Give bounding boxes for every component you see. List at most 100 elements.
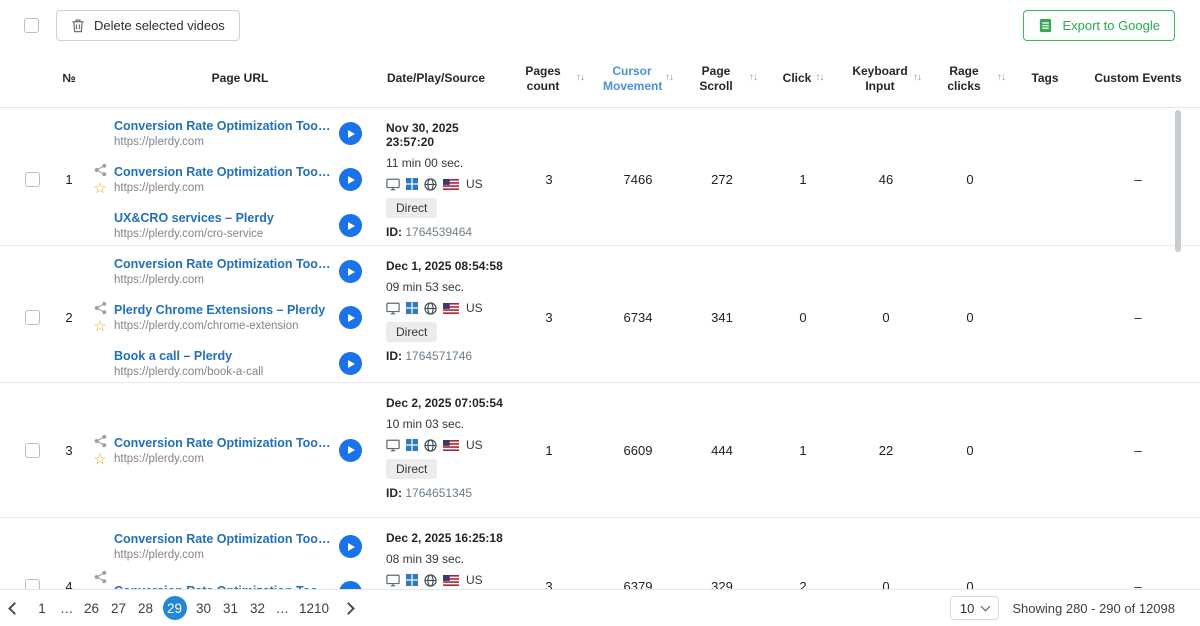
desktop-icon bbox=[386, 439, 400, 452]
page-link[interactable]: UX&CRO services – Plerdy bbox=[114, 211, 331, 225]
desktop-icon bbox=[386, 302, 400, 315]
desktop-icon bbox=[386, 178, 400, 191]
page-scroll-value: 329 bbox=[684, 518, 760, 589]
play-button[interactable] bbox=[339, 535, 362, 558]
pages-count-value: 3 bbox=[506, 246, 592, 389]
cursor-movement-value: 6609 bbox=[592, 383, 684, 517]
play-icon bbox=[348, 222, 355, 230]
sort-icon[interactable]: ↑↓ bbox=[997, 72, 1005, 85]
sort-icon[interactable]: ↑↓ bbox=[665, 72, 673, 85]
page-link[interactable]: Book a call – Plerdy bbox=[114, 349, 331, 363]
select-all-checkbox[interactable] bbox=[24, 18, 39, 33]
play-button[interactable] bbox=[339, 306, 362, 329]
page-url-text: https://plerdy.com/book-a-call bbox=[114, 366, 331, 378]
sort-icon[interactable]: ↑↓ bbox=[913, 72, 921, 85]
play-icon bbox=[348, 314, 355, 322]
play-button[interactable] bbox=[339, 581, 362, 589]
row-number: 3 bbox=[52, 383, 86, 517]
cursor-movement-value: 6734 bbox=[592, 246, 684, 389]
page-entry: Conversion Rate Optimization Tools – Ple… bbox=[114, 111, 364, 156]
page-number[interactable]: 32 bbox=[248, 596, 268, 620]
sort-icon[interactable]: ↑↓ bbox=[749, 72, 757, 85]
click-value: 1 bbox=[760, 108, 846, 251]
play-button[interactable] bbox=[339, 260, 362, 283]
play-button[interactable] bbox=[339, 214, 362, 237]
table-row: 2 ☆ Conversion Rate Optimization Tools –… bbox=[0, 246, 1200, 383]
play-button[interactable] bbox=[339, 439, 362, 462]
page-link[interactable]: Plerdy Chrome Extensions – Plerdy bbox=[114, 303, 331, 317]
col-page-scroll: Page Scroll bbox=[687, 64, 745, 94]
page-size-select[interactable]: 10 bbox=[950, 596, 999, 620]
share-icon[interactable] bbox=[94, 301, 107, 315]
play-icon bbox=[348, 360, 355, 368]
play-icon bbox=[348, 130, 355, 138]
page-link[interactable]: Conversion Rate Optimization Tools – Ple… bbox=[114, 165, 331, 179]
share-icon[interactable] bbox=[94, 163, 107, 177]
page-link[interactable]: Conversion Rate Optimization Tools – Ple… bbox=[114, 119, 331, 133]
session-id-value: 1764539464 bbox=[405, 225, 472, 239]
row-checkbox[interactable] bbox=[25, 443, 40, 458]
windows-icon bbox=[406, 439, 418, 451]
table-row: 4 ☆ Conversion Rate Optimization Tools –… bbox=[0, 518, 1200, 589]
session-id: ID: 1764651345 bbox=[386, 486, 472, 500]
page-link[interactable]: Conversion Rate Optimization Tools – Ple… bbox=[114, 257, 331, 271]
col-number: № bbox=[62, 71, 75, 86]
play-button[interactable] bbox=[339, 168, 362, 191]
play-button[interactable] bbox=[339, 122, 362, 145]
sort-icon[interactable]: ↑↓ bbox=[576, 72, 584, 85]
scrollbar-thumb[interactable] bbox=[1175, 110, 1181, 252]
export-to-google-button[interactable]: Export to Google bbox=[1023, 10, 1175, 41]
page-number[interactable]: 30 bbox=[194, 596, 214, 620]
share-icon[interactable] bbox=[94, 434, 107, 448]
windows-icon bbox=[406, 302, 418, 314]
page-number[interactable]: 31 bbox=[221, 596, 241, 620]
session-date: Dec 2, 2025 07:05:54 bbox=[386, 396, 503, 410]
windows-icon bbox=[406, 574, 418, 586]
play-button[interactable] bbox=[339, 352, 362, 375]
traffic-source-badge: Direct bbox=[386, 322, 437, 342]
page-number[interactable]: 1210 bbox=[297, 596, 331, 620]
traffic-source-badge: Direct bbox=[386, 198, 437, 218]
star-icon[interactable]: ☆ bbox=[93, 452, 106, 467]
traffic-source-badge: Direct bbox=[386, 459, 437, 479]
prev-page-icon[interactable] bbox=[8, 602, 21, 615]
pages-count-value: 3 bbox=[506, 518, 592, 589]
tags-value bbox=[1014, 383, 1076, 517]
row-checkbox[interactable] bbox=[25, 579, 40, 589]
page-number[interactable]: 28 bbox=[136, 596, 156, 620]
sort-icon[interactable]: ↑↓ bbox=[815, 72, 823, 85]
session-id-label: ID: bbox=[386, 486, 402, 500]
us-flag-icon bbox=[443, 575, 459, 586]
play-icon bbox=[348, 446, 355, 454]
session-id-value: 1764571746 bbox=[405, 349, 472, 363]
table-header: № Page URL Date/Play/Source Pages count↑… bbox=[0, 50, 1200, 108]
page-link[interactable]: Conversion Rate Optimization Tools – Ple… bbox=[114, 436, 331, 450]
browser-icon bbox=[424, 439, 437, 452]
col-cursor-movement: Cursor Movement bbox=[603, 64, 661, 94]
star-icon[interactable]: ☆ bbox=[93, 319, 106, 334]
page-link[interactable]: Conversion Rate Optimization Tools – Ple… bbox=[114, 532, 331, 546]
export-to-google-label: Export to Google bbox=[1062, 18, 1160, 33]
share-icon[interactable] bbox=[94, 570, 107, 584]
session-id: ID: 1764539464 bbox=[386, 225, 472, 239]
toolbar: Delete selected videos Export to Google bbox=[0, 0, 1200, 50]
page-number[interactable]: 27 bbox=[109, 596, 129, 620]
page-number[interactable]: 1 bbox=[32, 596, 52, 620]
next-page-icon[interactable] bbox=[342, 602, 355, 615]
row-checkbox[interactable] bbox=[25, 310, 40, 325]
page-number[interactable]: 26 bbox=[82, 596, 102, 620]
col-rage-clicks: Rage clicks bbox=[935, 64, 993, 94]
col-custom-events: Custom Events bbox=[1094, 71, 1181, 86]
play-icon bbox=[348, 543, 355, 551]
page-number-active[interactable]: 29 bbox=[163, 596, 187, 620]
star-icon[interactable]: ☆ bbox=[93, 181, 106, 196]
tags-value bbox=[1014, 518, 1076, 589]
delete-selected-button[interactable]: Delete selected videos bbox=[56, 10, 240, 41]
row-number: 2 bbox=[52, 246, 86, 389]
col-keyboard-input: Keyboard Input bbox=[851, 64, 909, 94]
page-entry: Plerdy Chrome Extensions – Plerdyhttps:/… bbox=[114, 295, 364, 340]
page-url-text: https://plerdy.com bbox=[114, 274, 331, 286]
row-checkbox[interactable] bbox=[25, 172, 40, 187]
table-row: 3 ☆ Conversion Rate Optimization Tools –… bbox=[0, 383, 1200, 518]
col-tags: Tags bbox=[1031, 71, 1058, 86]
